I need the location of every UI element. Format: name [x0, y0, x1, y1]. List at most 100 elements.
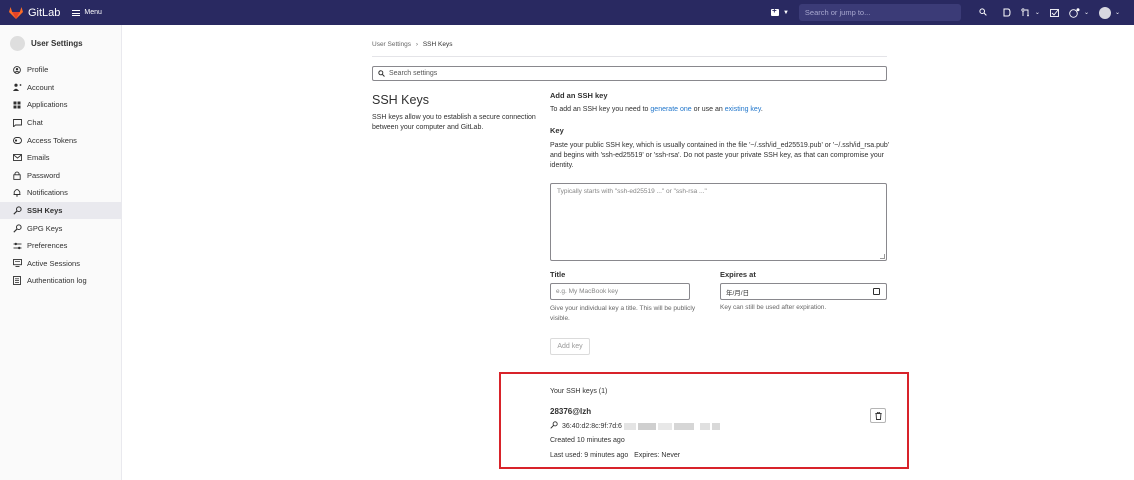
- title-label: Title: [550, 270, 566, 279]
- redacted-block: [657, 422, 672, 430]
- title-input[interactable]: e.g. My MacBook key: [550, 283, 690, 300]
- ssh-keys-list: Your SSH keys (1) 28376@lzh 36:40:d2:8c:…: [499, 372, 909, 469]
- menu-button[interactable]: Menu: [72, 9, 102, 16]
- issues-icon[interactable]: [1003, 8, 1011, 17]
- sidebar-item-label: SSH Keys: [27, 206, 63, 216]
- generate-key-link[interactable]: generate one: [650, 106, 691, 113]
- key-fingerprint: 36:40:d2:8c:9f:7d:6: [550, 421, 720, 431]
- sidebar-item-password[interactable]: Password: [0, 167, 121, 185]
- key-title-link[interactable]: 28376@lzh: [550, 407, 591, 416]
- search-icon: [378, 70, 385, 77]
- chat-icon: [12, 118, 22, 127]
- brand-name: GitLab: [28, 6, 61, 19]
- key-created-text: Created 10 minutes ago: [550, 437, 625, 444]
- create-new-button[interactable]: ▼: [770, 6, 789, 16]
- plus-square-icon: [770, 6, 779, 16]
- sidebar-item-label: Applications: [27, 100, 68, 110]
- delete-key-button[interactable]: [870, 408, 886, 423]
- sidebar-item-emails[interactable]: Emails: [0, 149, 121, 167]
- redacted-block: [623, 422, 636, 430]
- sidebar-item-notifications[interactable]: Notifications: [0, 184, 121, 202]
- sidebar-item-label: Access Tokens: [27, 135, 77, 145]
- expires-date-input[interactable]: 年/月/日: [720, 283, 887, 300]
- settings-sidebar: User Settings Profile Account Applicatio…: [0, 25, 122, 480]
- fingerprint-text: 36:40:d2:8c:9f:7d:6: [562, 422, 622, 430]
- sidebar-item-account[interactable]: Account: [0, 79, 121, 97]
- merge-request-icon[interactable]: ⌄: [1021, 8, 1040, 17]
- sidebar-title: User Settings: [31, 38, 83, 48]
- add-key-intro: To add an SSH key you need to generate o…: [550, 105, 763, 115]
- sidebar-item-applications[interactable]: Applications: [0, 96, 121, 114]
- hamburger-icon: [72, 9, 81, 16]
- sidebar-header[interactable]: User Settings: [0, 25, 121, 61]
- sidebar-item-authentication-log[interactable]: Authentication log: [0, 272, 121, 290]
- log-icon: [12, 276, 22, 286]
- help-icon[interactable]: ⌄: [1069, 7, 1089, 18]
- redacted-block: [711, 422, 720, 430]
- chevron-down-icon: ⌄: [1083, 10, 1089, 16]
- key-expires: Expires: Never: [634, 452, 681, 459]
- breadcrumb-parent-link[interactable]: User Settings: [372, 41, 411, 48]
- search-icon[interactable]: [979, 8, 987, 16]
- keys-count-heading: Your SSH keys (1): [550, 388, 608, 395]
- breadcrumb: User Settings › SSH Keys: [372, 41, 452, 48]
- sidebar-item-ssh-keys[interactable]: SSH Keys: [0, 201, 121, 220]
- sidebar-item-label: Password: [27, 170, 60, 180]
- menu-label: Menu: [84, 9, 102, 16]
- calendar-icon[interactable]: [873, 288, 880, 295]
- settings-search-input[interactable]: Search settings: [372, 66, 887, 81]
- main-content: User Settings › SSH Keys Search settings…: [122, 25, 1134, 480]
- redacted-block: [637, 422, 656, 430]
- redacted-block: [699, 422, 710, 430]
- todo-icon[interactable]: [1049, 8, 1059, 17]
- search-placeholder: Search or jump to...: [804, 8, 871, 17]
- sidebar-item-label: Active Sessions: [27, 258, 80, 268]
- breadcrumb-separator: ›: [415, 41, 419, 48]
- expires-label: Expires at: [720, 270, 756, 279]
- token-icon: [12, 136, 22, 144]
- divider: [372, 56, 887, 57]
- resize-handle[interactable]: [880, 254, 885, 259]
- preferences-icon: [12, 242, 22, 250]
- sidebar-item-chat[interactable]: Chat: [0, 114, 121, 132]
- trash-icon: [874, 411, 882, 420]
- key-help-text: Paste your public SSH key, which is usua…: [550, 142, 890, 169]
- redacted-block: [673, 422, 694, 430]
- sidebar-item-label: Profile: [27, 65, 49, 75]
- expires-help-text: Key can still be used after expiration.: [720, 304, 827, 311]
- email-icon: [12, 154, 22, 162]
- gitlab-logo-icon: [9, 6, 23, 19]
- key-icon: [550, 421, 558, 431]
- intro-text: .: [760, 106, 763, 113]
- user-menu-button[interactable]: ⌄: [1098, 6, 1120, 19]
- sidebar-item-access-tokens[interactable]: Access Tokens: [0, 131, 121, 149]
- add-key-button[interactable]: Add key: [550, 338, 590, 355]
- intro-text: To add an SSH key you need to: [550, 106, 651, 113]
- gitlab-home-link[interactable]: GitLab: [9, 6, 61, 19]
- key-textarea[interactable]: Typically starts with "ssh-ed25519 ..." …: [550, 183, 887, 261]
- chevron-down-icon: ▼: [782, 9, 789, 16]
- global-search-input[interactable]: Search or jump to...: [798, 4, 987, 21]
- account-icon: [12, 83, 22, 92]
- key-icon: [12, 206, 22, 215]
- key-usage-info: Last used: 9 minutes ago Expires: Never: [550, 452, 680, 459]
- sidebar-item-label: Chat: [27, 118, 43, 128]
- monitor-icon: [12, 259, 22, 268]
- section-description: SSH keys allow you to establish a secure…: [372, 114, 536, 131]
- key-last-used: Last used: 9 minutes ago: [550, 452, 629, 459]
- key-icon: [12, 224, 22, 233]
- avatar: [1098, 6, 1111, 19]
- sidebar-item-profile[interactable]: Profile: [0, 61, 121, 79]
- sidebar-item-active-sessions[interactable]: Active Sessions: [0, 255, 121, 273]
- existing-key-link[interactable]: existing key: [725, 106, 761, 113]
- sidebar-item-label: Authentication log: [27, 276, 87, 286]
- applications-icon: [12, 101, 22, 109]
- sidebar-item-gpg-keys[interactable]: GPG Keys: [0, 219, 121, 237]
- key-label: Key: [550, 126, 564, 135]
- sidebar-item-label: Notifications: [27, 188, 68, 198]
- add-key-heading: Add an SSH key: [550, 91, 608, 100]
- top-navbar: GitLab Menu ▼ Search or jump to... ⌄: [0, 0, 1134, 25]
- profile-icon: [12, 65, 22, 74]
- sidebar-item-label: GPG Keys: [27, 223, 63, 233]
- sidebar-item-preferences[interactable]: Preferences: [0, 237, 121, 255]
